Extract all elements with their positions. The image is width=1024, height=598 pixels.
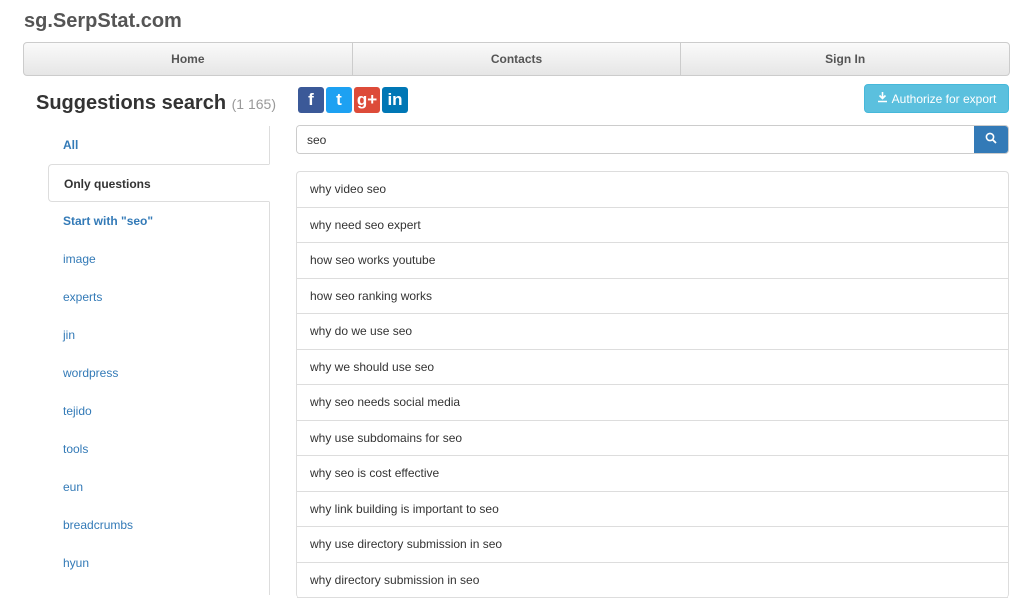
search-input[interactable]: [297, 126, 974, 153]
sidebar-item[interactable]: tools: [48, 430, 269, 468]
nav-home[interactable]: Home: [24, 43, 353, 75]
suggestion-item[interactable]: why do we use seo: [297, 314, 1008, 350]
results-count: (1 165): [232, 96, 276, 112]
suggestion-item[interactable]: why seo is cost effective: [297, 456, 1008, 492]
nav-sign-in[interactable]: Sign In: [681, 43, 1009, 75]
sidebar-item[interactable]: wordpress: [48, 354, 269, 392]
sidebar-item[interactable]: image: [48, 240, 269, 278]
sidebar-item[interactable]: Start with "seo": [48, 202, 269, 240]
page-title-text: Suggestions search: [36, 92, 226, 114]
top-navbar: Home Contacts Sign In: [23, 42, 1010, 76]
linkedin-icon[interactable]: in: [382, 87, 408, 113]
search-bar: [296, 125, 1009, 154]
sidebar-item[interactable]: All: [48, 126, 269, 164]
nav-contacts[interactable]: Contacts: [353, 43, 682, 75]
suggestion-item[interactable]: why we should use seo: [297, 350, 1008, 386]
google-plus-icon[interactable]: g+: [354, 87, 380, 113]
suggestion-item[interactable]: why video seo: [297, 172, 1008, 208]
sidebar-item[interactable]: eun: [48, 468, 269, 506]
export-label: Authorize for export: [892, 92, 997, 106]
suggestion-item[interactable]: why need seo expert: [297, 208, 1008, 244]
authorize-export-button[interactable]: Authorize for export: [864, 84, 1009, 113]
sidebar-item[interactable]: hyun: [48, 544, 269, 582]
search-button[interactable]: [974, 126, 1008, 153]
suggestion-item[interactable]: why use subdomains for seo: [297, 421, 1008, 457]
search-icon: [985, 131, 997, 149]
sidebar-item[interactable]: jin: [48, 316, 269, 354]
twitter-icon[interactable]: t: [326, 87, 352, 113]
suggestion-item[interactable]: why directory submission in seo: [297, 563, 1008, 598]
social-share-buttons: ftg+in: [298, 87, 408, 113]
sidebar-item[interactable]: experts: [48, 278, 269, 316]
suggestion-item[interactable]: why seo needs social media: [297, 385, 1008, 421]
sidebar-item[interactable]: Only questions: [48, 164, 270, 202]
sidebar-item[interactable]: tejido: [48, 392, 269, 430]
page-title: Suggestions search (1 165): [36, 92, 276, 115]
filter-sidebar: AllOnly questionsStart with "seo"imageex…: [48, 126, 270, 595]
facebook-icon[interactable]: f: [298, 87, 324, 113]
suggestion-item[interactable]: how seo works youtube: [297, 243, 1008, 279]
suggestion-item[interactable]: why link building is important to seo: [297, 492, 1008, 528]
suggestion-item[interactable]: why use directory submission in seo: [297, 527, 1008, 563]
site-brand[interactable]: sg.SerpStat.com: [24, 10, 182, 33]
suggestions-list: why video seowhy need seo experthow seo …: [296, 171, 1009, 598]
download-icon: [877, 92, 888, 106]
suggestion-item[interactable]: how seo ranking works: [297, 279, 1008, 315]
sidebar-item[interactable]: breadcrumbs: [48, 506, 269, 544]
